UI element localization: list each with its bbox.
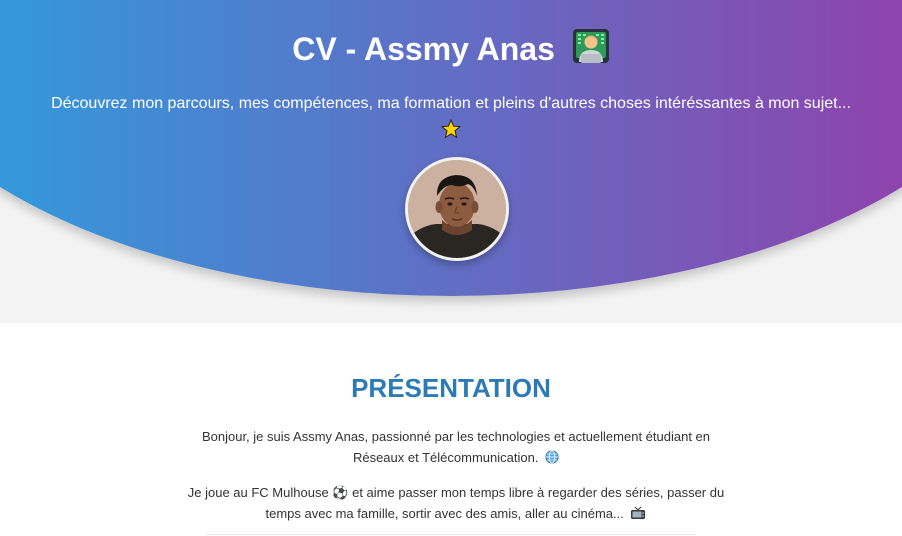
hero-subtitle: Découvrez mon parcours, mes compétences,… bbox=[51, 95, 851, 112]
presentation-paragraph-2: Je joue au FC Mulhouse ⚽ et aime passer … bbox=[176, 482, 736, 526]
globe-icon bbox=[545, 449, 559, 470]
page-title: CV - Assmy Anas bbox=[0, 27, 902, 76]
cv-page: CV - Assmy Anas Découvrez mon parcours, … bbox=[0, 0, 902, 536]
star-icon bbox=[0, 118, 902, 144]
technologist-icon bbox=[572, 27, 610, 76]
paragraph-1-text: Bonjour, je suis Assmy Anas, passionné p… bbox=[201, 429, 711, 465]
tv-icon bbox=[630, 505, 646, 526]
profile-photo-avatar bbox=[405, 157, 509, 261]
presentation-section: PRÉSENTATION Bonjour, je suis Assmy Anas… bbox=[0, 323, 902, 536]
section-divider bbox=[206, 534, 696, 535]
section-title: PRÉSENTATION bbox=[351, 373, 551, 403]
hero-header: CV - Assmy Anas Découvrez mon parcours, … bbox=[0, 0, 902, 323]
presentation-paragraph-1: Bonjour, je suis Assmy Anas, passionné p… bbox=[176, 426, 736, 470]
page-title-text: CV - Assmy Anas bbox=[292, 31, 555, 67]
